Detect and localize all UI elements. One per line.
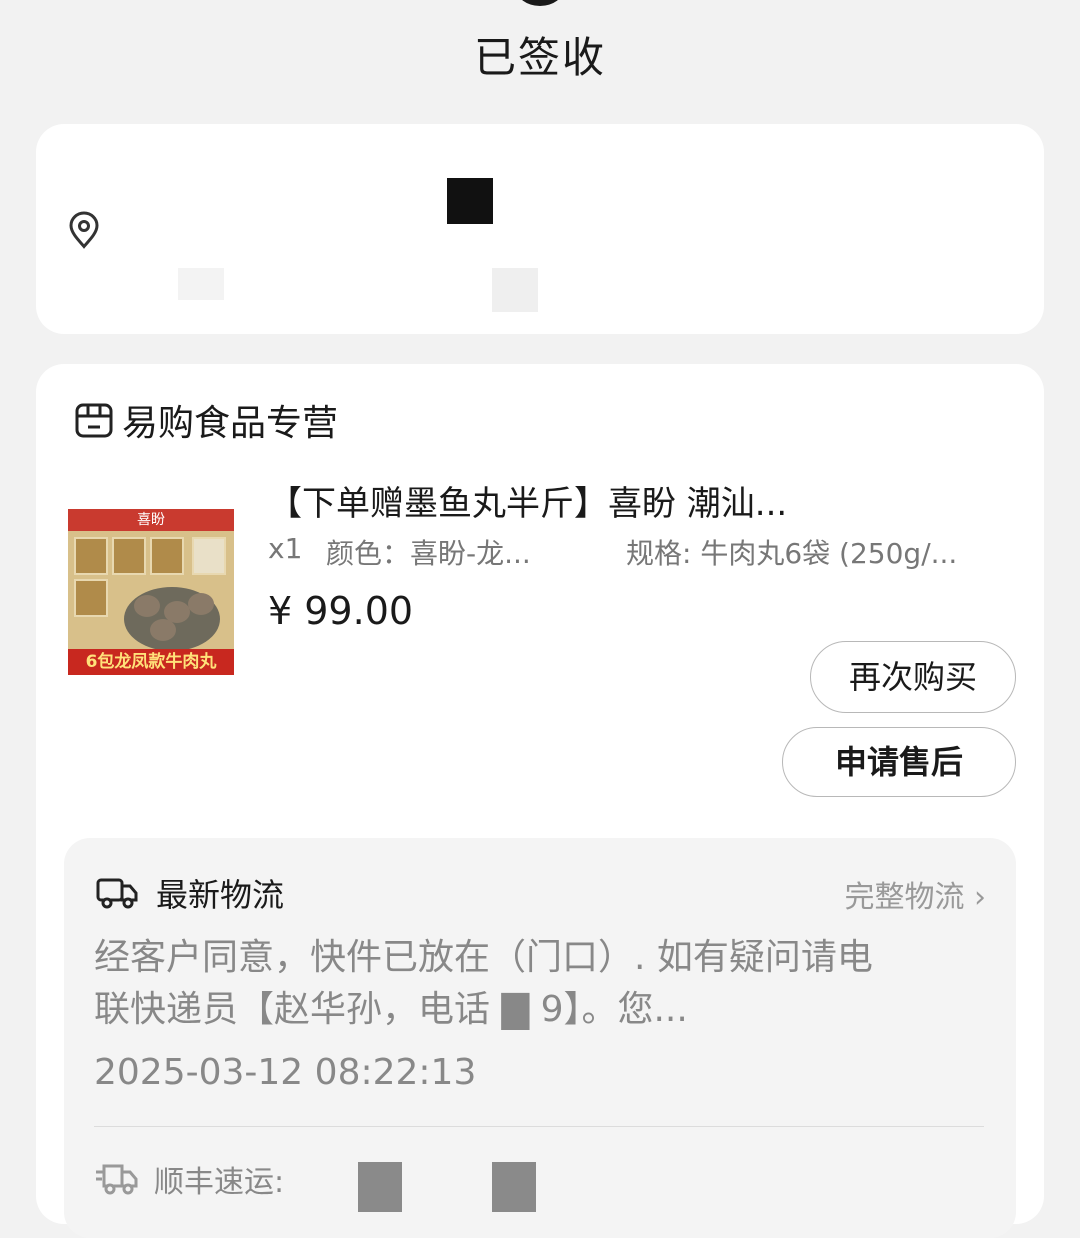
image-pack (74, 579, 108, 617)
delivery-truck-icon (96, 1164, 138, 1195)
page-title: 已签收 (473, 33, 606, 82)
redaction-block (492, 1162, 536, 1212)
product-spec: 规格: 牛肉丸6袋 (250g/... (626, 537, 958, 570)
product-quantity: x1 (268, 532, 303, 565)
store-header[interactable]: 易购食品专营 (74, 396, 338, 444)
product-color: 颜色：喜盼-龙... (326, 537, 531, 570)
top-edge-graphic (516, 0, 564, 6)
logistics-header: 最新物流 (96, 868, 284, 918)
logistics-time: 2025-03-12 08:22:13 (94, 1052, 477, 1093)
product-meta: x1 颜色：喜盼-龙... 规格: 牛肉丸6袋 (250g/... (268, 532, 1028, 572)
image-meatball (150, 619, 176, 641)
full-logistics-link[interactable]: 完整物流 › (844, 872, 986, 916)
product-image[interactable]: 喜盼 6包龙凤款牛肉丸 (68, 509, 234, 675)
image-pack (74, 537, 108, 575)
carrier-name: 顺丰速运: (154, 1165, 285, 1200)
product-price: ¥ 99.00 (268, 589, 414, 633)
logistics-line-2: 联快递员【赵华孙，电话 ▇ 9】。您... (94, 989, 688, 1030)
divider (94, 1126, 984, 1127)
redaction-block (492, 268, 538, 312)
buy-again-button[interactable]: 再次购买 (810, 641, 1016, 713)
logistics-card[interactable]: 最新物流 完整物流 › 经客户同意，快件已放在（门口）. 如有疑问请电 联快递员… (64, 838, 1016, 1238)
logistics-line-1: 经客户同意，快件已放在（门口）. 如有疑问请电 (94, 937, 873, 978)
truck-icon (96, 878, 138, 909)
image-pack (150, 537, 184, 575)
product-image-banner: 6包龙凤款牛肉丸 (68, 649, 234, 675)
address-card[interactable] (36, 124, 1044, 334)
after-sale-button[interactable]: 申请售后 (782, 727, 1016, 797)
carrier-row: 顺丰速运: (94, 1156, 284, 1202)
logistics-message: 经客户同意，快件已放在（门口）. 如有疑问请电 联快递员【赵华孙，电话 ▇ 9】… (94, 932, 944, 1036)
product-title[interactable]: 【下单赠墨鱼丸半斤】喜盼 潮汕... (268, 476, 988, 525)
product-image-brand: 喜盼 (68, 509, 234, 531)
image-meatball (188, 593, 214, 615)
logistics-title: 最新物流 (156, 876, 285, 914)
location-pin-icon (69, 211, 99, 249)
redaction-block (447, 178, 493, 224)
image-pack (192, 537, 226, 575)
image-pack (112, 537, 146, 575)
redaction-block (358, 1162, 402, 1212)
redaction-block (178, 268, 224, 300)
image-meatball (134, 595, 160, 617)
store-icon (75, 403, 113, 438)
store-name: 易购食品专营 (122, 403, 339, 444)
